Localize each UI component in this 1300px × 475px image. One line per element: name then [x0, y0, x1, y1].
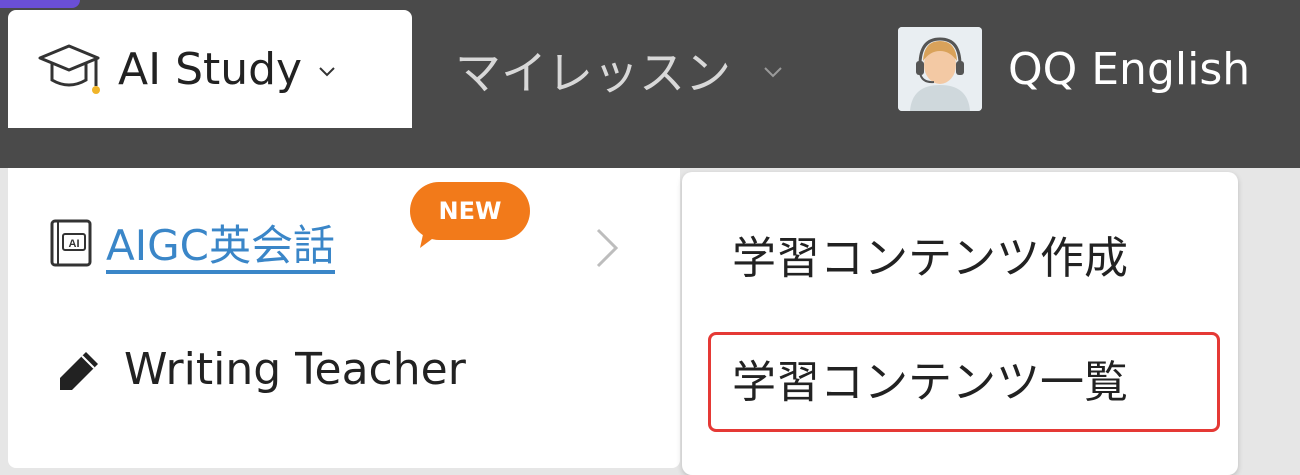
menu-item-writing-teacher[interactable]: Writing Teacher — [56, 344, 466, 395]
avatar — [898, 27, 982, 111]
profile-menu[interactable]: QQ English — [898, 24, 1250, 114]
pencil-icon — [60, 351, 98, 390]
chevron-down-icon — [764, 67, 782, 78]
ai-study-tab[interactable]: AI Study — [8, 10, 412, 128]
chevron-right-icon[interactable] — [586, 222, 626, 274]
my-lessons-tab[interactable]: マイレッスン — [455, 20, 785, 120]
svg-text:AI: AI — [69, 238, 80, 250]
profile-name: QQ English — [1008, 43, 1251, 95]
teacher-avatar-image — [898, 27, 982, 111]
corner-accent — [0, 0, 80, 8]
aigc-label: AIGC英会話 — [106, 221, 335, 270]
selection-highlight-box — [708, 332, 1220, 432]
menu-item-aigc[interactable]: AI AIGC英会話 — [48, 212, 335, 273]
submenu-item-create-content[interactable]: 学習コンテンツ作成 — [732, 222, 1128, 286]
ai-study-label: AI Study — [118, 43, 303, 95]
my-lessons-label: マイレッスン — [455, 46, 731, 100]
writing-teacher-label: Writing Teacher — [124, 344, 466, 395]
ai-book-icon: AI — [50, 219, 92, 266]
new-badge: NEW — [410, 182, 530, 248]
graduation-cap-icon — [38, 44, 100, 94]
new-badge-label: NEW — [438, 197, 502, 225]
top-navigation-bar: AI Study マイレッスン QQ English — [0, 0, 1300, 168]
chevron-down-icon — [319, 67, 335, 77]
